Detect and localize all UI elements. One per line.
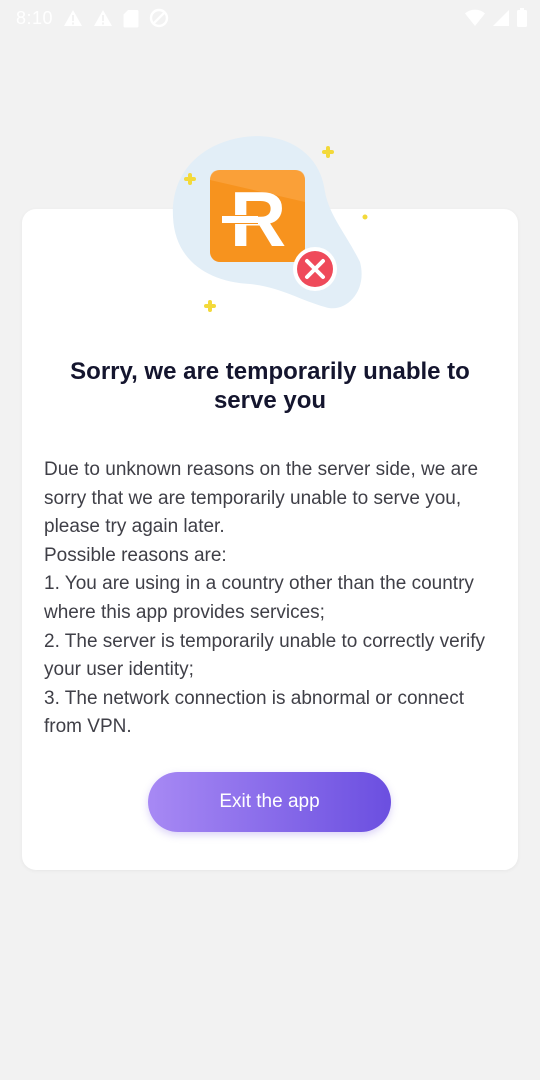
- dialog-description: Due to unknown reasons on the server sid…: [44, 459, 486, 738]
- status-time: 8:10: [16, 7, 54, 28]
- status-left: 8:10: [16, 8, 169, 29]
- status-bar: 8:10: [0, 0, 540, 36]
- exit-app-button[interactable]: Exit the app: [148, 772, 391, 832]
- sd-card-icon: [123, 9, 139, 28]
- wifi-icon: [464, 9, 486, 27]
- do-not-disturb-icon: [149, 8, 169, 28]
- dialog-title: Sorry, we are temporarily unable to serv…: [70, 358, 470, 414]
- warning-icon: [63, 9, 83, 27]
- cellular-signal-icon: [492, 9, 510, 27]
- warning-icon: [93, 9, 113, 27]
- status-right: [464, 8, 528, 28]
- error-illustration: R: [170, 132, 370, 317]
- battery-icon: [516, 8, 528, 28]
